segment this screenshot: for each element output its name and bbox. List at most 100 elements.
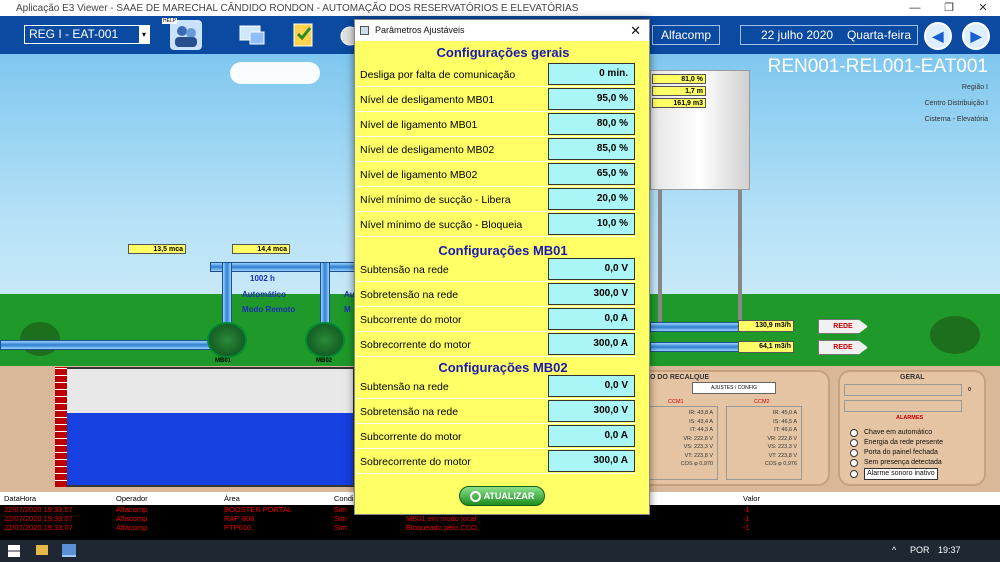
col-header[interactable]: Área (220, 492, 330, 505)
window-icon (360, 26, 369, 35)
alarm-indicator-icon (850, 439, 858, 447)
tray-chevron-icon[interactable]: ^ (892, 545, 896, 555)
station-select[interactable]: REG I - EAT-001 ▾ (24, 25, 150, 44)
window-title: Aplicação E3 Viewer - SAAE DE MARECHAL C… (16, 2, 579, 14)
windows-start-icon[interactable] (8, 545, 20, 557)
param-value-field[interactable]: 20,0 % (548, 188, 635, 210)
pump-mb02[interactable] (305, 322, 345, 358)
dialog-close-button[interactable]: ✕ (630, 20, 641, 41)
param-row: Sobretensão na rede 300,0 V (356, 283, 636, 307)
param-value-field[interactable]: 0,0 A (548, 425, 635, 447)
param-value-field[interactable]: 95,0 % (548, 88, 635, 110)
date-box: 22 julho 2020 Quarta-feira (740, 25, 918, 45)
param-label: Sobretensão na rede (360, 406, 459, 418)
pipe (650, 322, 740, 332)
weekday-text: Quarta-feira (846, 28, 911, 42)
col-header[interactable]: DataHora (0, 492, 112, 505)
cell: -1 (743, 523, 750, 532)
pipe (650, 342, 740, 352)
param-value-field[interactable]: 300,0 A (548, 333, 635, 355)
alarm-indicator-icon (850, 449, 858, 457)
folder-icon[interactable] (36, 545, 48, 555)
param-row: Nível de desligamento MB01 95,0 % (356, 88, 636, 112)
alarm-indicator-icon (850, 470, 858, 478)
cell: PTP010 (224, 523, 252, 532)
mb02-pressure: 14,4 mca (232, 244, 290, 254)
cell: RAP-006 (224, 514, 255, 523)
ccm1-value: IS: 43,4 A (689, 418, 713, 425)
param-value-field[interactable]: 65,0 % (548, 163, 635, 185)
ccm1-value: IR: 43,8 A (688, 410, 713, 416)
clock[interactable]: 19:37 (938, 545, 961, 555)
recalque-panel: O DO RECALQUE AJUSTES / CONFIG CCM1 CCM2… (636, 370, 830, 486)
cell: MB01 em modo local (406, 514, 477, 523)
param-label: Nível mínimo de sucção - Bloqueia (360, 219, 523, 231)
param-label: Subtensão na rede (360, 381, 449, 393)
mb01-mode: Automático (242, 290, 286, 299)
param-value-field[interactable]: 300,0 A (548, 450, 635, 472)
param-row: Subcorrente do motor 0,0 A (356, 425, 636, 449)
cell: BOOSTER PORTAL (224, 505, 293, 514)
tank-volume: 161,9 m3 (652, 98, 706, 108)
alarm-indicator-icon (850, 459, 858, 467)
alarm-label: Sem presença detectada (864, 459, 942, 466)
cell: Bloqueado pelo CCO (406, 523, 477, 532)
param-label: Desliga por falta de comunicação (360, 69, 516, 81)
param-value-field[interactable]: 0 min. (548, 63, 635, 85)
param-row: Nível mínimo de sucção - Libera 20,0 % (356, 188, 636, 212)
ccm1-box: IR: 43,8 A IS: 43,4 A IT: 44,3 A VR: 222… (642, 406, 718, 480)
rede-arrow-2: REDE (818, 340, 868, 355)
alarm-item: Porta do painel fechada (850, 448, 943, 458)
param-value-field[interactable]: 80,0 % (548, 113, 635, 135)
param-value-field[interactable]: 0,0 V (548, 258, 635, 280)
geral-panel: GERAL 0 ALARMES Chave em automático Ener… (838, 370, 986, 486)
location-text: Cisterna - Elevatória (924, 116, 988, 123)
param-value-field[interactable]: 300,0 V (548, 283, 635, 305)
e3-viewer-icon[interactable] (62, 544, 76, 557)
help-users-icon[interactable]: HELP (162, 18, 202, 50)
chevron-down-icon: ▾ (139, 26, 149, 43)
table-row[interactable]: 22/07/2020 19:33:07 Alfacomp RAP-006 Sim MB0… (0, 514, 1000, 523)
reservoir-wall (55, 367, 67, 487)
param-label: Nível de desligamento MB02 (360, 144, 495, 156)
minimize-button[interactable]: — (898, 0, 932, 16)
ccm2-value: VS: 223,3 V (767, 444, 797, 450)
cell: -1 (743, 505, 750, 514)
network-icon[interactable] (236, 20, 268, 50)
language-indicator[interactable]: POR (910, 545, 930, 555)
refresh-icon (469, 491, 481, 503)
geral-title: GERAL (900, 374, 925, 381)
close-window-button[interactable]: ✕ (966, 0, 1000, 16)
dialog-titlebar: Parâmetros Ajustáveis ✕ (355, 20, 649, 41)
maximize-button[interactable]: ❐ (932, 0, 966, 16)
param-label: Subtensão na rede (360, 264, 449, 276)
ajustes-config-button[interactable]: AJUSTES / CONFIG (692, 382, 776, 394)
table-row[interactable]: 22/07/2020 19:33:07 Alfacomp PTP010 Sim Bloq… (0, 523, 1000, 532)
cell: Alfacomp (116, 523, 148, 532)
col-header[interactable]: Operador (112, 492, 220, 505)
tank-leg (738, 190, 742, 330)
nav-back-button[interactable]: ◀ (924, 22, 952, 50)
ccm2-value: IS: 46,5 A (773, 418, 797, 425)
ccm2-box: IR: 45,0 A IS: 46,5 A IT: 46,6 A VR: 222… (726, 406, 802, 480)
geral-bar (844, 384, 962, 396)
pump-mb01[interactable] (207, 322, 247, 358)
distribution-text: Centro Distribuição I (924, 100, 988, 107)
help-label: HELP (162, 18, 178, 24)
col-header[interactable]: Valor (739, 492, 799, 505)
param-value-field[interactable]: 85,0 % (548, 138, 635, 160)
ccm2-value: COS φ 0,976 (764, 461, 797, 467)
update-button[interactable]: ATUALIZAR (459, 486, 545, 506)
param-row: Nível de ligamento MB02 65,0 % (356, 163, 636, 187)
param-value-field[interactable]: 0,0 A (548, 308, 635, 330)
nav-forward-button[interactable]: ▶ (962, 22, 990, 50)
param-value-field[interactable]: 10,0 % (548, 213, 635, 235)
update-button-label: ATUALIZAR (483, 491, 535, 501)
param-label: Subcorrente do motor (360, 431, 462, 443)
station-select-value: REG I - EAT-001 (29, 27, 119, 41)
param-value-field[interactable]: 0,0 V (548, 375, 635, 397)
param-value-field[interactable]: 300,0 V (548, 400, 635, 422)
checklist-icon[interactable] (288, 20, 320, 50)
alarm-item: Sem presença detectada (850, 458, 943, 468)
alarmes-title: ALARMES (896, 415, 924, 421)
